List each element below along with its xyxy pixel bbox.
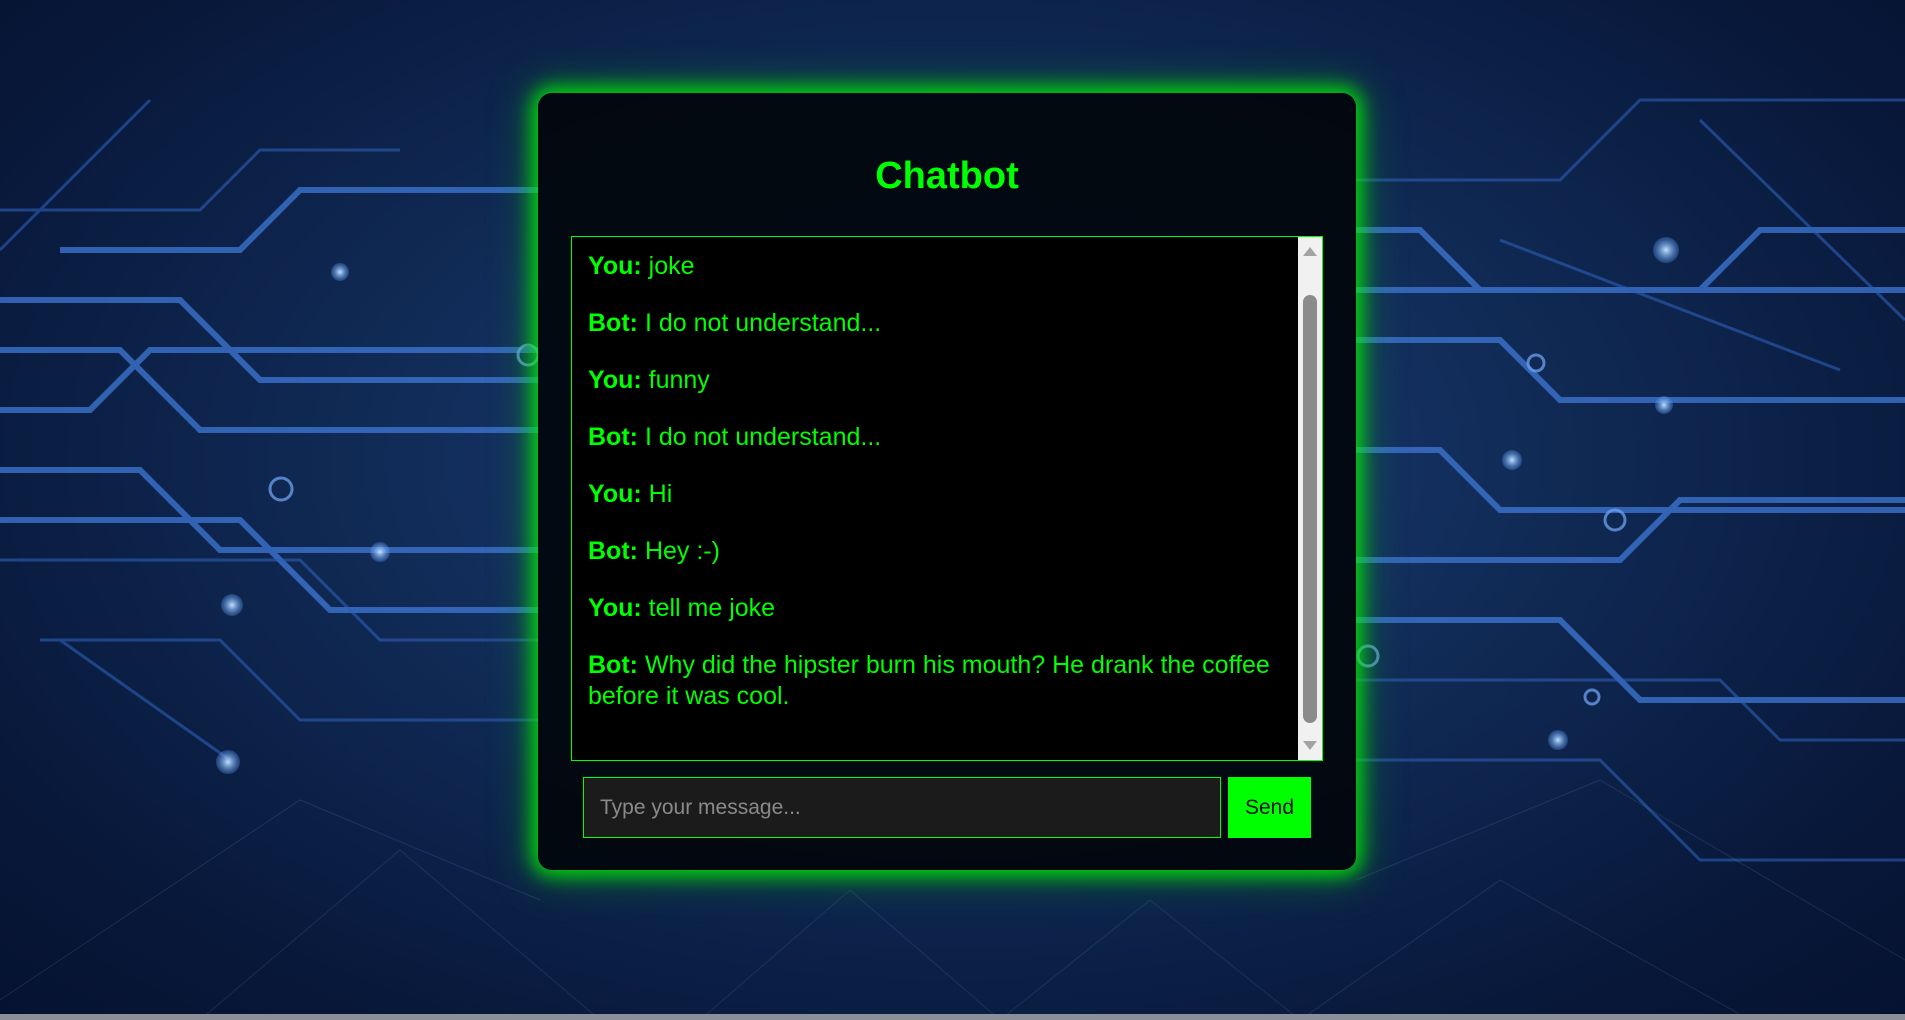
message-text: I do not understand... — [644, 423, 882, 451]
chat-message-user: You: tell me joke — [588, 593, 1282, 624]
message-text: tell me joke — [648, 594, 776, 622]
scroll-down-arrow-icon[interactable] — [1303, 741, 1317, 750]
chat-message-user: You: Hi — [588, 479, 1282, 510]
chat-message-bot: Bot: I do not understand... — [588, 422, 1282, 453]
message-list[interactable]: You: joke Bot: I do not understand... Yo… — [571, 236, 1323, 761]
message-sender: You: — [588, 594, 642, 622]
message-sender: Bot: — [588, 423, 638, 451]
message-text: Why did the hipster burn his mouth? He d… — [588, 651, 1270, 710]
message-text: joke — [648, 252, 695, 280]
chat-message-user: You: joke — [588, 251, 1282, 282]
message-sender: You: — [588, 480, 642, 508]
message-sender: Bot: — [588, 651, 638, 679]
chat-message-bot: Bot: Hey :-) — [588, 536, 1282, 567]
chat-window: Chatbot You: joke Bot: I do not understa… — [538, 93, 1356, 870]
message-list-content: You: joke Bot: I do not understand... Yo… — [572, 237, 1298, 760]
message-sender: You: — [588, 366, 642, 394]
scroll-up-arrow-icon[interactable] — [1303, 247, 1317, 256]
chat-message-bot: Bot: I do not understand... — [588, 308, 1282, 339]
message-sender: You: — [588, 252, 642, 280]
message-composer: Send — [583, 777, 1311, 838]
message-input[interactable] — [583, 777, 1221, 838]
send-button[interactable]: Send — [1228, 777, 1311, 838]
message-text: funny — [648, 366, 710, 394]
chat-title: Chatbot — [875, 155, 1019, 197]
bottom-strip — [0, 1014, 1905, 1020]
message-list-scrollbar[interactable] — [1298, 237, 1322, 760]
message-text: I do not understand... — [644, 309, 882, 337]
message-text: Hey :-) — [644, 537, 720, 565]
message-sender: Bot: — [588, 537, 638, 565]
chat-message-user: You: funny — [588, 365, 1282, 396]
message-sender: Bot: — [588, 309, 638, 337]
scrollbar-thumb[interactable] — [1303, 295, 1317, 723]
chat-message-bot: Bot: Why did the hipster burn his mouth?… — [588, 650, 1282, 712]
message-text: Hi — [648, 480, 673, 508]
